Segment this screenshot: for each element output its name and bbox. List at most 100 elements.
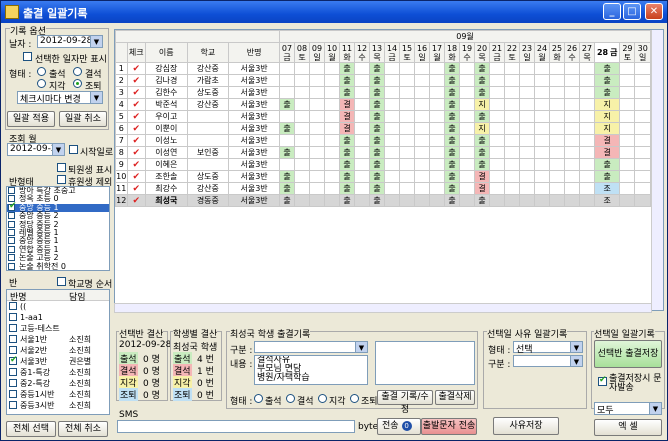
attendance-cell[interactable] (414, 62, 431, 75)
grid-row[interactable]: 2 ✔ 김나경 가람초 서울3반 출 출 출 출 출 (115, 74, 651, 87)
attendance-cell[interactable] (619, 86, 636, 99)
attendance-cell[interactable] (384, 146, 401, 159)
attendance-cell[interactable]: 출 (474, 194, 491, 207)
attendance-cell[interactable]: 출 (444, 182, 461, 195)
attendance-cell[interactable] (619, 182, 636, 195)
row-school[interactable] (186, 110, 230, 123)
attendance-cell[interactable] (459, 86, 476, 99)
attendance-cell[interactable] (549, 110, 566, 123)
row-checkbox[interactable]: ✔ (126, 158, 147, 171)
attendance-cell[interactable] (294, 170, 311, 183)
attendance-cell[interactable] (489, 74, 506, 87)
attendance-cell[interactable] (279, 86, 296, 99)
attendance-cell[interactable] (634, 146, 651, 159)
class-list-checkbox[interactable] (8, 187, 15, 194)
row-school[interactable]: 경동중 (186, 194, 230, 207)
attendance-cell[interactable] (294, 146, 311, 159)
attendance-cell[interactable] (519, 86, 536, 99)
attendance-cell[interactable] (429, 134, 446, 147)
grid-day-header[interactable]: 18 화 (444, 42, 461, 63)
attendance-cell[interactable]: 출 (474, 158, 491, 171)
ban-list-item[interactable]: (( (7, 301, 109, 312)
attendance-cell[interactable] (429, 146, 446, 159)
attendance-cell[interactable] (534, 74, 551, 87)
class-list-checkbox[interactable] (8, 220, 15, 228)
attendance-cell[interactable] (579, 182, 596, 195)
row-name[interactable]: 이혜은 (145, 158, 188, 171)
attendance-cell[interactable] (549, 158, 566, 171)
attendance-cell[interactable] (619, 158, 636, 171)
grid-day-header[interactable]: 27 목 (579, 42, 596, 63)
attendance-cell[interactable] (459, 98, 476, 111)
attendance-cell[interactable] (634, 74, 651, 87)
attendance-cell[interactable]: 지 (594, 122, 621, 135)
attendance-cell[interactable]: 출 (369, 86, 386, 99)
grid-vertical-scrollbar[interactable] (651, 30, 663, 310)
attendance-cell[interactable] (564, 110, 581, 123)
attendance-cell[interactable] (579, 86, 596, 99)
attendance-cell[interactable] (549, 74, 566, 87)
attendance-cell[interactable]: 출 (279, 122, 296, 135)
attendance-cell[interactable] (399, 170, 416, 183)
record-memo-textarea[interactable] (375, 341, 475, 385)
attendance-cell[interactable] (309, 86, 326, 99)
row-class[interactable]: 서울3반 (228, 134, 281, 147)
attendance-cell[interactable] (354, 134, 371, 147)
attendance-cell[interactable] (519, 110, 536, 123)
row-class[interactable]: 서울3반 (228, 182, 281, 195)
ban-list-item[interactable]: 1-aa1 (7, 312, 109, 323)
attendance-cell[interactable] (534, 182, 551, 195)
attendance-cell[interactable] (549, 194, 566, 207)
attendance-cell[interactable] (399, 146, 416, 159)
attendance-cell[interactable]: 출 (339, 86, 356, 99)
show-retired-checkbox[interactable] (57, 163, 66, 172)
row-checkbox[interactable]: ✔ (126, 194, 147, 207)
grid-day-header[interactable]: 23 일 (519, 42, 536, 63)
row-name[interactable]: 박준석 (145, 98, 188, 111)
attendance-cell[interactable]: 출 (444, 158, 461, 171)
close-button[interactable]: ✕ (645, 3, 663, 20)
attendance-cell[interactable] (519, 170, 536, 183)
ban-checkbox[interactable] (9, 390, 17, 398)
attendance-cell[interactable] (489, 62, 506, 75)
attendance-cell[interactable] (519, 62, 536, 75)
attendance-cell[interactable]: 출 (594, 62, 621, 75)
excel-button[interactable]: 엑 셀 (594, 419, 662, 436)
row-checkbox[interactable]: ✔ (126, 170, 147, 183)
attendance-cell[interactable]: 결 (339, 110, 356, 123)
row-checkbox[interactable]: ✔ (126, 146, 147, 159)
attendance-cell[interactable] (579, 110, 596, 123)
school-order-checkbox[interactable] (57, 277, 66, 286)
attendance-cell[interactable]: 결 (339, 98, 356, 111)
attendance-cell[interactable] (459, 182, 476, 195)
attendance-cell[interactable] (634, 170, 651, 183)
attendance-cell[interactable] (504, 134, 521, 147)
attendance-cell[interactable] (399, 74, 416, 87)
grid-day-header[interactable]: 10 월 (324, 42, 341, 63)
attendance-cell[interactable] (504, 194, 521, 207)
attendance-cell[interactable]: 출 (474, 86, 491, 99)
attendance-cell[interactable]: 지 (594, 98, 621, 111)
attendance-cell[interactable] (549, 62, 566, 75)
bulk-cancel-button[interactable]: 일괄 취소 (59, 111, 107, 127)
class-list-checkbox[interactable] (8, 202, 17, 211)
attendance-cell[interactable] (399, 62, 416, 75)
attendance-cell[interactable] (549, 86, 566, 99)
attendance-cell[interactable] (534, 194, 551, 207)
attendance-cell[interactable] (384, 98, 401, 111)
grid-day-header[interactable]: 28 금 (594, 42, 621, 63)
ban-list[interactable]: 반명 담임 ((1-aa1고등-테스트서울1반소진희서울2반소진희서울3반권은별… (6, 289, 110, 415)
grid-row[interactable]: 11 ✔ 최강수 강산중 서울3반 출 출 출 출 결 조 (115, 182, 651, 195)
attendance-cell[interactable] (634, 110, 651, 123)
attendance-cell[interactable] (354, 110, 371, 123)
attendance-cell[interactable]: 출 (279, 194, 296, 207)
attendance-cell[interactable] (564, 98, 581, 111)
attendance-cell[interactable] (519, 146, 536, 159)
attendance-cell[interactable] (489, 194, 506, 207)
attendance-cell[interactable] (294, 62, 311, 75)
attendance-cell[interactable] (354, 146, 371, 159)
attendance-cell[interactable] (429, 74, 446, 87)
row-school[interactable]: 상도중 (186, 86, 230, 99)
grid-day-header[interactable]: 16 일 (414, 42, 431, 63)
class-list-checkbox[interactable] (8, 237, 15, 245)
